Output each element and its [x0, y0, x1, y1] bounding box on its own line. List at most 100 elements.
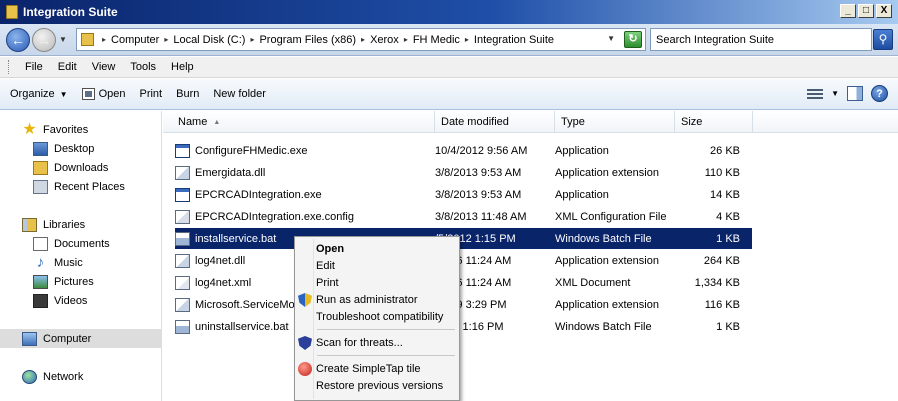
menu-item-run-as-administrator[interactable]: Run as administrator [295, 291, 459, 308]
menu-item-print[interactable]: Print [295, 274, 459, 291]
menu-item-troubleshoot-compatibility[interactable]: Troubleshoot compatibility [295, 308, 459, 325]
file-type: Windows Batch File [555, 232, 652, 245]
file-name: Microsoft.ServiceMo [195, 298, 295, 311]
nav-recent-places[interactable]: Recent Places [0, 177, 162, 196]
nav-downloads[interactable]: Downloads [0, 158, 162, 177]
file-size: 4 KB [716, 210, 740, 223]
breadcrumb-local-disk[interactable]: Local Disk (C:) [173, 34, 245, 46]
file-row[interactable]: EPCRCADIntegration.exe.config 3/8/2013 1… [175, 206, 752, 227]
file-row[interactable]: Microsoft.ServiceMo /2009 3:29 PM Applic… [175, 294, 752, 315]
burn-button[interactable]: Burn [176, 88, 199, 100]
minimize-button[interactable]: _ [840, 4, 856, 18]
file-list[interactable]: Name ▲ Date modified Type Size Configure… [163, 111, 898, 401]
chevron-right-icon[interactable]: ▸ [361, 35, 365, 44]
new-folder-button[interactable]: New folder [213, 88, 266, 100]
breadcrumb-computer[interactable]: Computer [111, 34, 159, 46]
arrow-left-icon: ← [11, 31, 25, 48]
file-type: Application extension [555, 166, 659, 179]
menu-file[interactable]: File [19, 61, 49, 73]
xml-icon [175, 275, 190, 290]
chevron-right-icon[interactable]: ▸ [404, 35, 408, 44]
column-header-name[interactable]: Name ▲ [163, 111, 435, 133]
close-button[interactable]: X [876, 4, 892, 18]
nav-label: Downloads [54, 161, 109, 174]
file-row[interactable]: EPCRCADIntegration.exe 3/8/2013 9:53 AM … [175, 184, 752, 205]
nav-label: Pictures [54, 275, 94, 288]
menu-item-open[interactable]: Open [295, 240, 459, 257]
menu-separator [317, 329, 455, 330]
print-button[interactable]: Print [139, 88, 162, 100]
file-name: EPCRCADIntegration.exe.config [195, 210, 354, 223]
chevron-down-icon[interactable]: ▼ [831, 89, 839, 98]
views-icon[interactable] [807, 87, 824, 101]
menu-view[interactable]: View [86, 61, 122, 73]
file-row[interactable]: ConfigureFHMedic.exe 10/4/2012 9:56 AM A… [175, 140, 752, 161]
search-input[interactable] [656, 33, 856, 46]
chevron-right-icon[interactable]: ▸ [465, 35, 469, 44]
navigation-pane[interactable]: ★ Favorites Desktop Downloads Recent Pla… [0, 111, 162, 401]
nav-libraries[interactable]: Libraries [0, 215, 162, 234]
column-header-type[interactable]: Type [555, 111, 675, 133]
chevron-right-icon[interactable]: ▸ [102, 35, 106, 44]
open-icon [81, 88, 95, 100]
menu-item-edit[interactable]: Edit [295, 257, 459, 274]
nav-videos[interactable]: Videos [0, 291, 162, 310]
menu-tools[interactable]: Tools [124, 61, 162, 73]
nav-desktop[interactable]: Desktop [0, 139, 162, 158]
column-header-size[interactable]: Size [675, 111, 753, 133]
nav-network[interactable]: Network [0, 367, 162, 386]
recent-places-icon [33, 179, 48, 194]
column-header-date[interactable]: Date modified [435, 111, 555, 133]
downloads-icon [33, 160, 48, 175]
back-button[interactable]: ← [6, 27, 30, 52]
chevron-right-icon[interactable]: ▸ [250, 35, 254, 44]
address-bar[interactable]: ▸ Computer ▸ Local Disk (C:) ▸ Program F… [76, 28, 646, 51]
refresh-button[interactable]: ↻ [624, 31, 642, 48]
file-row-selected[interactable]: installservice.bat /5/2012 1:15 PM Windo… [175, 228, 752, 249]
open-button[interactable]: Open [81, 88, 125, 100]
menu-item-scan-for-threats[interactable]: Scan for threats... [295, 334, 459, 351]
window-title: Integration Suite [23, 5, 118, 19]
file-row[interactable]: log4net.xml /2006 11:24 AM XML Document … [175, 272, 752, 293]
preview-pane-icon[interactable] [847, 86, 863, 101]
nav-pictures[interactable]: Pictures [0, 272, 162, 291]
organize-button[interactable]: Organize ▼ [10, 88, 68, 100]
breadcrumb-integration-suite[interactable]: Integration Suite [474, 34, 554, 46]
file-name: EPCRCADIntegration.exe [195, 188, 322, 201]
search-button[interactable]: ⚲ [873, 29, 893, 50]
file-size: 1 KB [716, 232, 740, 245]
nav-label: Desktop [54, 142, 95, 155]
breadcrumb-program-files[interactable]: Program Files (x86) [259, 34, 356, 46]
nav-music[interactable]: ♪ Music [0, 253, 162, 272]
breadcrumb-fh-medic[interactable]: FH Medic [413, 34, 460, 46]
help-icon[interactable]: ? [871, 85, 888, 102]
file-row[interactable]: Emergidata.dll 3/8/2013 9:53 AM Applicat… [175, 162, 752, 183]
forward-button[interactable]: → [32, 27, 56, 52]
address-history-dropdown[interactable]: ▼ [607, 34, 615, 43]
nav-computer[interactable]: Computer [0, 329, 162, 348]
recent-pages-dropdown[interactable]: ▼ [59, 35, 67, 44]
nav-favorites[interactable]: ★ Favorites [0, 120, 162, 139]
menu-separator [317, 355, 455, 356]
file-row[interactable]: log4net.dll /2006 11:24 AM Application e… [175, 250, 752, 271]
file-row[interactable]: uninstallservice.bat 2012 1:16 PM Window… [175, 316, 752, 337]
file-type: Application [555, 144, 609, 157]
documents-icon [33, 236, 48, 251]
nav-documents[interactable]: Documents [0, 234, 162, 253]
file-name: log4net.dll [195, 254, 246, 267]
chevron-right-icon[interactable]: ▸ [164, 35, 168, 44]
file-name: Emergidata.dll [195, 166, 266, 179]
menu-item-restore-previous-versions[interactable]: Restore previous versions [295, 377, 459, 394]
desktop-icon [33, 141, 48, 156]
title-bar[interactable]: Integration Suite _ □ X [0, 0, 898, 24]
menu-edit[interactable]: Edit [52, 61, 83, 73]
menu-help[interactable]: Help [165, 61, 200, 73]
pictures-icon [33, 274, 48, 289]
maximize-button[interactable]: □ [858, 4, 874, 18]
print-label: Print [139, 88, 163, 100]
nav-label: Recent Places [54, 180, 125, 193]
search-box[interactable] [650, 28, 872, 51]
libraries-icon [22, 217, 37, 232]
breadcrumb-xerox[interactable]: Xerox [370, 34, 399, 46]
menu-item-create-simpletap-tile[interactable]: Create SimpleTap tile [295, 360, 459, 377]
